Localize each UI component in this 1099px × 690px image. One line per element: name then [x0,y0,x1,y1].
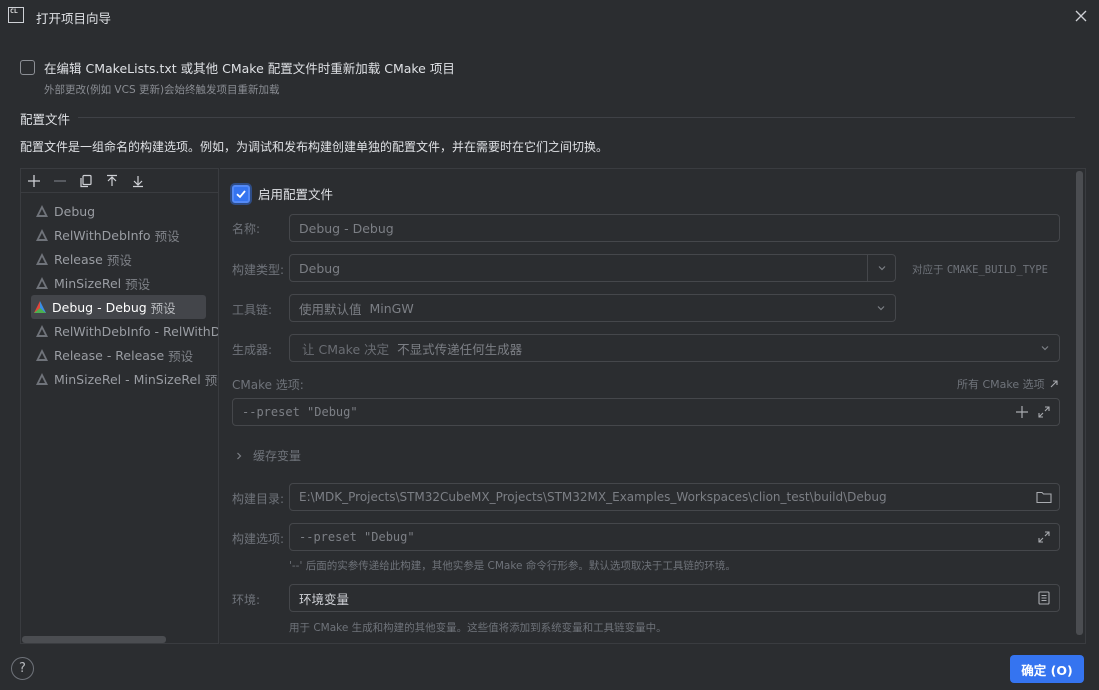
profile-item[interactable]: Debug [21,199,218,223]
build-type-combobox[interactable]: Debug [289,254,896,282]
folder-icon[interactable] [1036,490,1052,504]
section-divider [78,117,1075,118]
move-up-icon[interactable] [103,172,121,190]
build-dir-label: 构建目录: [232,492,285,506]
profile-list: Debug RelWithDebInfo 预设 Release 预设 MinSize… [21,199,218,391]
reload-hint: 外部更改(例如 VCS 更新)会始终触发项目重新加载 [44,84,280,96]
reload-cmake-label: 在编辑 CMakeLists.txt 或其他 CMake 配置文件时重新加载 C… [44,61,455,76]
window-title: 打开项目向导 [36,11,112,26]
build-options-field[interactable]: --preset "Debug" [289,523,1060,551]
cache-variables-toggle[interactable]: 缓存变量 [234,447,301,464]
enable-profile-label: 启用配置文件 [258,187,334,202]
cmake-icon [36,253,48,265]
build-options-hint: '--' 后面的实参传递给此构建，其他实参是 CMake 命令行形参。默认选项取… [289,560,736,572]
profiles-toolbar [21,169,218,193]
section-title: 配置文件 [20,112,71,127]
reload-cmake-checkbox[interactable] [20,60,35,75]
section-description: 配置文件是一组命名的构建选项。例如，为调试和发布构建创建单独的配置文件，并在需要… [20,140,609,154]
environment-hint: 用于 CMake 生成和构建的其他变量。这些值将添加到系统变量和工具链变量中。 [289,622,667,634]
clion-logo-icon: CL [8,7,24,23]
toolchain-dropdown[interactable]: 使用默认值 MinGW [289,294,896,322]
external-link-icon [1050,380,1058,388]
build-type-note: 对应于 CMAKE_BUILD_TYPE [912,264,1048,276]
profile-item[interactable]: RelWithDebInfo 预设 [21,223,218,247]
close-icon[interactable] [1073,8,1089,24]
cmake-icon [36,325,48,337]
profiles-horizontal-scrollbar[interactable] [22,636,166,643]
expand-icon[interactable] [1037,530,1051,544]
cmake-icon [36,205,48,217]
chevron-down-icon[interactable] [867,255,895,281]
chevron-down-icon[interactable] [867,295,895,321]
profile-item[interactable]: RelWithDebInfo - RelWithDe [21,319,218,343]
environment-field[interactable]: 环境变量 [289,584,1060,612]
profiles-panel: Debug RelWithDebInfo 预设 Release 预设 MinSize… [20,168,219,644]
profile-item-selected[interactable]: Debug - Debug 预设 [31,295,206,319]
cmake-options-label: CMake 选项: [232,378,304,392]
build-dir-field[interactable]: E:\MDK_Projects\STM32CubeMX_Projects\STM… [289,483,1060,511]
reload-cmake-row[interactable]: 在编辑 CMakeLists.txt 或其他 CMake 配置文件时重新加载 C… [20,58,455,77]
enable-profile-row[interactable]: 启用配置文件 [232,184,333,203]
generator-label: 生成器: [232,343,273,357]
profile-item[interactable]: Release - Release 预设 [21,343,218,367]
cmake-icon [36,229,48,241]
title-bar: CL 打开项目向导 [0,0,1099,32]
generator-dropdown[interactable]: 让 CMake 决定 不显式传递任何生成器 [289,334,1060,362]
name-field[interactable]: Debug - Debug [289,214,1060,242]
enable-profile-checkbox[interactable] [232,184,250,203]
cmake-icon [34,301,46,313]
chevron-right-icon [237,452,242,459]
plus-icon[interactable] [1015,405,1029,419]
toolchain-label: 工具链: [232,303,273,317]
move-down-icon[interactable] [129,172,147,190]
cmake-icon [36,277,48,289]
settings-vertical-scrollbar[interactable] [1076,171,1083,635]
expand-icon[interactable] [1037,405,1051,419]
help-button[interactable]: ? [11,657,34,680]
chevron-down-icon[interactable] [1031,335,1059,361]
ok-button[interactable]: 确定 (O) [1010,655,1084,683]
profile-item[interactable]: MinSizeRel - MinSizeRel预设 [21,367,218,391]
build-type-label: 构建类型: [232,263,285,277]
cmake-icon [36,349,48,361]
name-label: 名称: [232,222,261,236]
document-icon[interactable] [1037,591,1051,605]
cmake-options-field[interactable]: --preset "Debug" [232,398,1060,426]
profile-item[interactable]: Release 预设 [21,247,218,271]
all-cmake-options-link[interactable]: 所有 CMake 选项 [957,376,1059,392]
plus-icon[interactable] [25,172,43,190]
minus-icon[interactable] [51,172,69,190]
copy-icon[interactable] [77,172,95,190]
profile-item[interactable]: MinSizeRel 预设 [21,271,218,295]
cmake-icon [36,373,48,385]
environment-label: 环境: [232,593,261,607]
build-options-label: 构建选项: [232,532,285,546]
